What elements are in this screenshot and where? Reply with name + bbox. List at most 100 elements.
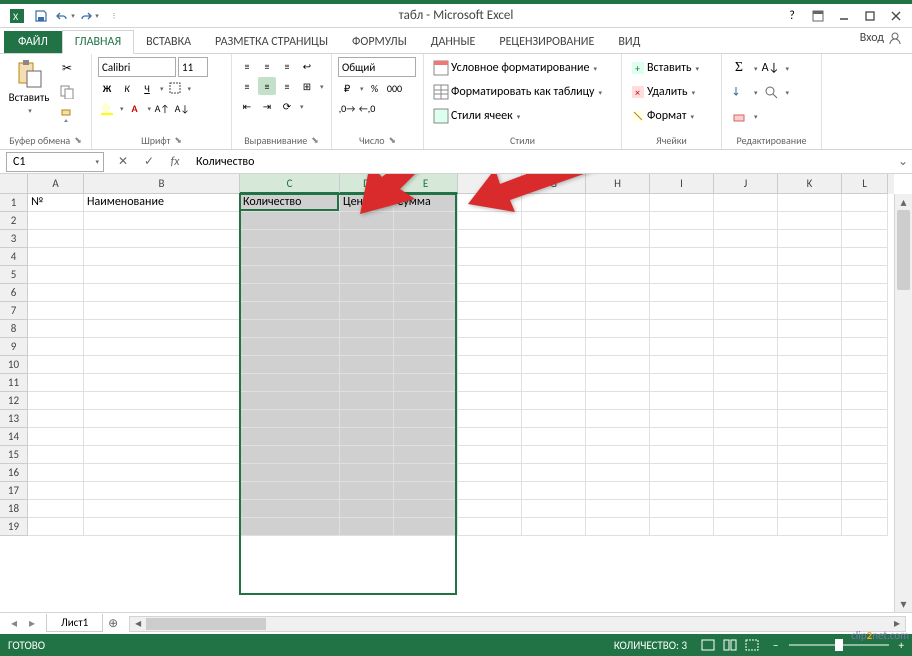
cell[interactable]	[340, 500, 394, 518]
cell[interactable]	[340, 392, 394, 410]
cell[interactable]	[28, 302, 84, 320]
cell[interactable]	[586, 482, 650, 500]
align-middle-icon[interactable]: ≡	[258, 57, 276, 75]
cell[interactable]	[522, 518, 586, 536]
column-header-K[interactable]: K	[778, 174, 842, 194]
row-header[interactable]: 6	[0, 284, 28, 302]
redo-icon[interactable]: ▾	[78, 7, 100, 25]
cell[interactable]	[650, 338, 714, 356]
select-all-triangle[interactable]	[0, 174, 28, 194]
cell[interactable]	[340, 374, 394, 392]
cell[interactable]	[586, 320, 650, 338]
row-header[interactable]: 1	[0, 194, 28, 212]
row-header[interactable]: 16	[0, 464, 28, 482]
cell[interactable]	[394, 410, 458, 428]
cell[interactable]	[586, 500, 650, 518]
paste-button[interactable]: Вставить▾	[6, 57, 52, 130]
row-header[interactable]: 7	[0, 302, 28, 320]
save-icon[interactable]	[30, 7, 52, 25]
cell[interactable]	[458, 248, 522, 266]
cell[interactable]	[240, 284, 340, 302]
column-header-D[interactable]: D	[340, 174, 394, 194]
cell[interactable]	[240, 212, 340, 230]
cell[interactable]	[842, 410, 888, 428]
fill-color-icon[interactable]	[98, 99, 116, 117]
cell[interactable]	[778, 392, 842, 410]
cell[interactable]	[340, 338, 394, 356]
cell[interactable]	[458, 374, 522, 392]
cell[interactable]	[394, 302, 458, 320]
view-page-layout-icon[interactable]	[719, 636, 741, 654]
cell[interactable]	[394, 320, 458, 338]
cell[interactable]	[458, 212, 522, 230]
cell[interactable]	[28, 284, 84, 302]
cell[interactable]	[522, 500, 586, 518]
cell[interactable]	[522, 212, 586, 230]
cell[interactable]	[458, 356, 522, 374]
cell[interactable]: №	[28, 194, 84, 212]
cell[interactable]	[28, 212, 84, 230]
orientation-icon[interactable]: ⟳	[278, 97, 296, 115]
cell[interactable]	[650, 230, 714, 248]
cell[interactable]	[778, 356, 842, 374]
cell[interactable]	[842, 482, 888, 500]
row-header[interactable]: 9	[0, 338, 28, 356]
increase-decimal-icon[interactable]: ,0→	[338, 99, 356, 117]
scroll-down-icon[interactable]: ▾	[895, 596, 912, 612]
cell[interactable]	[394, 446, 458, 464]
bold-button[interactable]: Ж	[98, 79, 116, 97]
cell[interactable]	[522, 248, 586, 266]
cell[interactable]	[394, 374, 458, 392]
cell[interactable]	[714, 230, 778, 248]
wrap-text-icon[interactable]: ↩	[298, 57, 316, 75]
cell[interactable]	[714, 446, 778, 464]
find-icon[interactable]	[760, 81, 782, 103]
cell[interactable]	[842, 428, 888, 446]
new-sheet-icon[interactable]: ⊕	[103, 616, 123, 631]
cell[interactable]	[28, 518, 84, 536]
zoom-out-icon[interactable]: −	[773, 639, 778, 652]
cell[interactable]	[650, 500, 714, 518]
fx-icon[interactable]: fx	[162, 151, 188, 173]
conditional-formatting-button[interactable]: Условное форматирование▾	[430, 57, 615, 79]
align-left-icon[interactable]: ≡	[238, 77, 256, 95]
undo-icon[interactable]: ▾	[54, 7, 76, 25]
cell[interactable]	[842, 356, 888, 374]
cell[interactable]	[240, 266, 340, 284]
cell[interactable]	[340, 428, 394, 446]
cell[interactable]	[84, 284, 240, 302]
cell[interactable]	[340, 464, 394, 482]
cell[interactable]	[28, 446, 84, 464]
cancel-icon[interactable]: ✕	[110, 151, 136, 173]
decrease-font-icon[interactable]: A↓	[173, 99, 191, 117]
row-header[interactable]: 4	[0, 248, 28, 266]
cell[interactable]	[522, 356, 586, 374]
cell[interactable]	[650, 266, 714, 284]
cell[interactable]	[522, 194, 586, 212]
column-header-G[interactable]: G	[522, 174, 586, 194]
cell[interactable]	[714, 266, 778, 284]
cell[interactable]	[842, 248, 888, 266]
cell[interactable]	[458, 194, 522, 212]
cell[interactable]	[340, 230, 394, 248]
cell[interactable]	[650, 212, 714, 230]
format-painter-icon[interactable]	[56, 105, 78, 127]
cell[interactable]	[522, 230, 586, 248]
cell[interactable]: Сумма	[394, 194, 458, 212]
column-header-J[interactable]: J	[714, 174, 778, 194]
cell[interactable]	[28, 320, 84, 338]
sheet-nav-last-icon[interactable]: ▸	[24, 616, 40, 632]
cell[interactable]	[650, 446, 714, 464]
cell[interactable]	[714, 500, 778, 518]
scroll-right-icon[interactable]: ▸	[889, 616, 905, 631]
copy-icon[interactable]	[56, 81, 78, 103]
cell[interactable]	[394, 338, 458, 356]
cell[interactable]	[240, 482, 340, 500]
column-header-H[interactable]: H	[586, 174, 650, 194]
cell[interactable]	[28, 230, 84, 248]
cell[interactable]	[586, 230, 650, 248]
cell[interactable]	[84, 266, 240, 284]
formula-input[interactable]	[188, 151, 894, 173]
cell[interactable]	[586, 266, 650, 284]
cell[interactable]	[458, 464, 522, 482]
